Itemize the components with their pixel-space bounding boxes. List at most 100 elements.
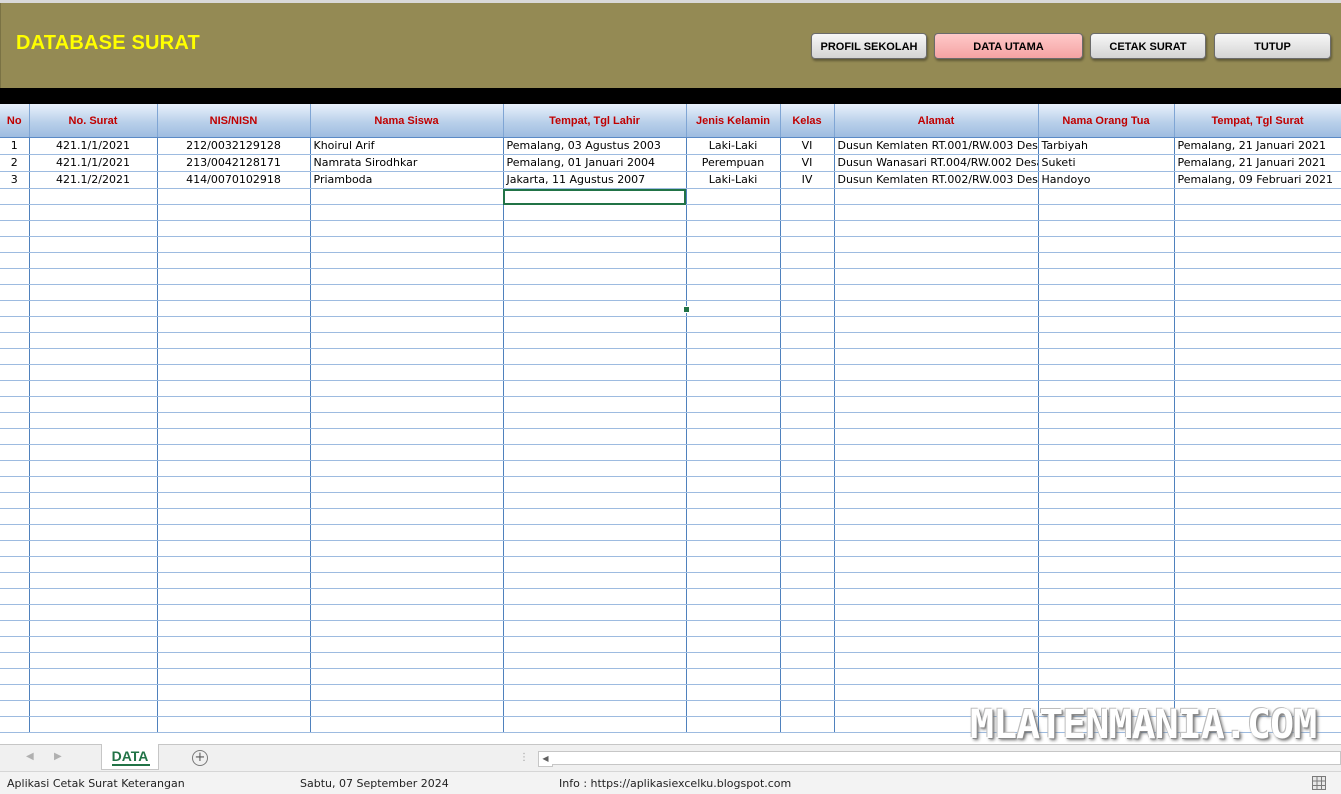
empty-cell[interactable] [29, 476, 158, 493]
empty-cell[interactable] [157, 460, 311, 477]
empty-cell[interactable] [834, 348, 1039, 365]
empty-cell[interactable] [780, 636, 835, 653]
cell-alamat[interactable]: Dusun Kemlaten RT.001/RW.003 Desa [834, 137, 1039, 155]
empty-cell[interactable] [157, 684, 311, 701]
empty-cell[interactable] [1174, 316, 1341, 333]
empty-cell[interactable] [29, 236, 158, 253]
empty-cell[interactable] [834, 412, 1039, 429]
empty-cell[interactable] [834, 220, 1039, 237]
empty-cell[interactable] [1174, 540, 1341, 557]
cell-kelas[interactable]: VI [780, 154, 835, 172]
empty-cell[interactable] [157, 428, 311, 445]
empty-cell[interactable] [29, 524, 158, 541]
empty-cell[interactable] [834, 268, 1039, 285]
empty-cell[interactable] [310, 604, 504, 621]
empty-cell[interactable] [1174, 460, 1341, 477]
cell-tempat-tgl-lahir[interactable]: Jakarta, 11 Agustus 2007 [503, 171, 687, 189]
empty-cell[interactable] [310, 412, 504, 429]
empty-cell[interactable] [780, 268, 835, 285]
empty-cell[interactable] [157, 492, 311, 509]
empty-cell[interactable] [780, 284, 835, 301]
empty-cell[interactable] [1174, 284, 1341, 301]
empty-cell[interactable] [310, 716, 504, 733]
empty-cell[interactable] [1174, 620, 1341, 637]
empty-cell[interactable] [834, 556, 1039, 573]
empty-cell[interactable] [686, 284, 781, 301]
empty-cell[interactable] [310, 428, 504, 445]
empty-cell[interactable] [1174, 380, 1341, 397]
empty-cell[interactable] [310, 524, 504, 541]
empty-cell[interactable] [310, 572, 504, 589]
empty-cell[interactable] [780, 348, 835, 365]
empty-cell[interactable] [310, 700, 504, 717]
empty-cell[interactable] [157, 540, 311, 557]
empty-cell[interactable] [0, 684, 30, 701]
empty-cell[interactable] [834, 620, 1039, 637]
empty-cell[interactable] [157, 396, 311, 413]
empty-cell[interactable] [834, 492, 1039, 509]
empty-cell[interactable] [1174, 636, 1341, 653]
cell-no[interactable]: 1 [0, 137, 30, 155]
empty-cell[interactable] [157, 668, 311, 685]
empty-cell[interactable] [157, 636, 311, 653]
empty-cell[interactable] [780, 668, 835, 685]
empty-cell[interactable] [310, 380, 504, 397]
empty-cell[interactable] [503, 428, 687, 445]
empty-cell[interactable] [503, 588, 687, 605]
empty-cell[interactable] [686, 380, 781, 397]
empty-cell[interactable] [310, 444, 504, 461]
empty-cell[interactable] [29, 556, 158, 573]
cell-no[interactable]: 3 [0, 171, 30, 189]
empty-cell[interactable] [0, 348, 30, 365]
empty-cell[interactable] [0, 332, 30, 349]
empty-cell[interactable] [1038, 652, 1175, 669]
empty-cell[interactable] [834, 364, 1039, 381]
empty-cell[interactable] [686, 460, 781, 477]
spreadsheet-grid[interactable]: No No. Surat NIS/NISN Nama Siswa Tempat,… [0, 104, 1341, 744]
empty-cell[interactable] [157, 700, 311, 717]
empty-cell[interactable] [29, 620, 158, 637]
empty-cell[interactable] [503, 300, 687, 317]
empty-cell[interactable] [686, 684, 781, 701]
empty-cell[interactable] [1038, 636, 1175, 653]
empty-cell[interactable] [1174, 220, 1341, 237]
empty-cell[interactable] [29, 508, 158, 525]
column-header-nama-siswa[interactable]: Nama Siswa [310, 104, 504, 138]
empty-cell[interactable] [1038, 380, 1175, 397]
cell-tempat-tgl-surat[interactable]: Pemalang, 09 Februari 2021 [1174, 171, 1341, 189]
empty-cell[interactable] [503, 492, 687, 509]
empty-cell[interactable] [29, 332, 158, 349]
empty-cell[interactable] [686, 412, 781, 429]
empty-cell[interactable] [503, 444, 687, 461]
empty-cell[interactable] [686, 316, 781, 333]
empty-cell[interactable] [686, 652, 781, 669]
empty-cell[interactable] [686, 588, 781, 605]
empty-cell[interactable] [29, 284, 158, 301]
column-header-tempat-tgl-surat[interactable]: Tempat, Tgl Surat [1174, 104, 1341, 138]
empty-cell[interactable] [157, 716, 311, 733]
empty-cell[interactable] [686, 348, 781, 365]
empty-cell[interactable] [310, 668, 504, 685]
empty-cell[interactable] [686, 716, 781, 733]
empty-cell[interactable] [503, 700, 687, 717]
empty-cell[interactable] [1038, 524, 1175, 541]
empty-cell[interactable] [834, 284, 1039, 301]
empty-cell[interactable] [0, 572, 30, 589]
empty-cell[interactable] [0, 668, 30, 685]
empty-cell[interactable] [1038, 204, 1175, 221]
empty-cell[interactable] [0, 716, 30, 733]
empty-cell[interactable] [0, 268, 30, 285]
empty-cell[interactable] [780, 620, 835, 637]
empty-cell[interactable] [780, 604, 835, 621]
empty-cell[interactable] [780, 508, 835, 525]
empty-cell[interactable] [780, 684, 835, 701]
empty-cell[interactable] [157, 316, 311, 333]
empty-cell[interactable] [157, 508, 311, 525]
empty-cell[interactable] [1174, 236, 1341, 253]
empty-cell[interactable] [780, 220, 835, 237]
empty-cell[interactable] [157, 652, 311, 669]
scroll-left-icon[interactable]: ◀ [538, 751, 553, 767]
empty-cell[interactable] [503, 204, 687, 221]
empty-cell[interactable] [310, 396, 504, 413]
column-header-tempat-tgl-lahir[interactable]: Tempat, Tgl Lahir [503, 104, 687, 138]
